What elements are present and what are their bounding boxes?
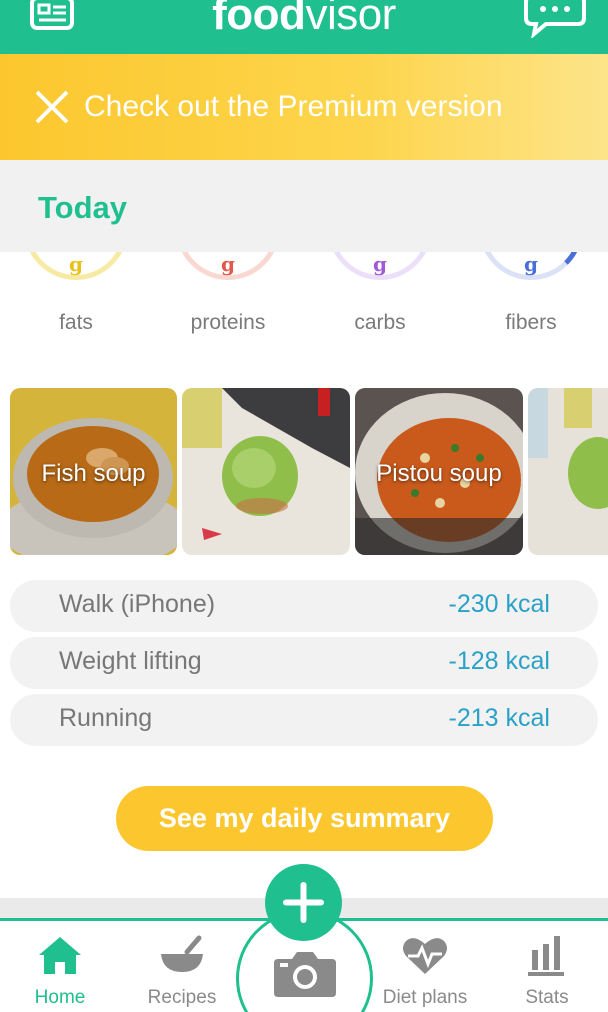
- activity-kcal: -230 kcal: [448, 590, 550, 618]
- tab-label: Stats: [525, 987, 569, 1008]
- meal-card-pistou-soup[interactable]: Pistou soup: [355, 388, 523, 555]
- bar-chart-icon: [487, 934, 607, 978]
- tab-stats[interactable]: Stats: [487, 918, 607, 1012]
- macro-label: fats: [59, 311, 93, 334]
- meal-card-apple[interactable]: [182, 388, 350, 555]
- tab-label: Home: [34, 987, 86, 1008]
- tab-label: Diet plans: [382, 987, 468, 1008]
- activity-row[interactable]: Running -213 kcal: [10, 694, 598, 746]
- activity-name: Running: [59, 704, 153, 732]
- activity-name: Walk (iPhone): [59, 590, 216, 618]
- daily-summary-button[interactable]: See my daily summary: [116, 786, 493, 851]
- premium-text: Check out the Premium version: [84, 90, 503, 123]
- activity-kcal: -213 kcal: [448, 704, 550, 732]
- activity-name: Weight lifting: [59, 647, 202, 675]
- macro-label: carbs: [354, 311, 406, 334]
- date-header[interactable]: Today: [0, 160, 608, 252]
- tab-label: Recipes: [147, 987, 217, 1008]
- add-button[interactable]: [265, 864, 342, 941]
- macro-label: fibers: [505, 311, 557, 334]
- activity-kcal: -128 kcal: [448, 647, 550, 675]
- chat-icon[interactable]: [524, 0, 586, 43]
- camera-icon: [272, 949, 338, 1004]
- home-icon: [0, 934, 120, 978]
- meal-card-apple-2[interactable]: [528, 388, 608, 555]
- meal-name: Fish soup: [41, 460, 146, 487]
- tab-recipes[interactable]: Recipes: [122, 918, 242, 1012]
- apple-photo: [182, 388, 350, 555]
- activity-row[interactable]: Weight lifting -128 kcal: [10, 637, 598, 689]
- meal-card-fish-soup[interactable]: Fish soup: [10, 388, 177, 555]
- app-header: foodvisor: [0, 0, 608, 54]
- heart-pulse-icon: [365, 934, 485, 978]
- tab-home[interactable]: Home: [0, 918, 120, 1012]
- plus-icon: [283, 882, 324, 926]
- activity-row[interactable]: Walk (iPhone) -230 kcal: [10, 580, 598, 632]
- today-label: Today: [38, 190, 127, 225]
- app-logo: foodvisor: [212, 0, 396, 39]
- close-icon[interactable]: [34, 89, 70, 130]
- premium-banner[interactable]: Check out the Premium version: [0, 54, 608, 160]
- bowl-icon: [122, 934, 242, 978]
- macro-label: proteins: [190, 311, 266, 334]
- meal-name: Pistou soup: [376, 460, 502, 487]
- apple-photo: [528, 388, 608, 555]
- tab-diet-plans[interactable]: Diet plans: [365, 918, 485, 1012]
